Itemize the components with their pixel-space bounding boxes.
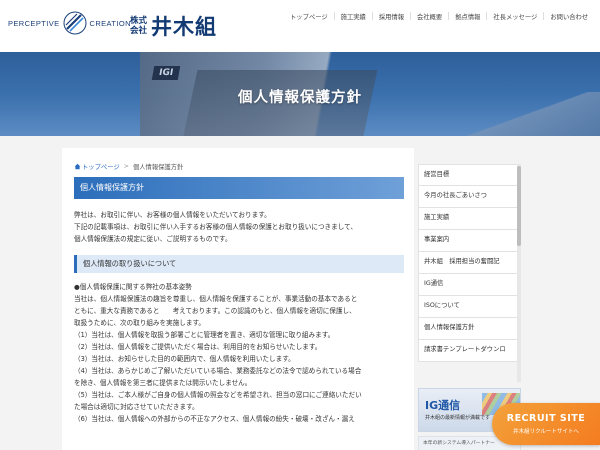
breadcrumb-home-link[interactable]: トップページ xyxy=(82,162,120,171)
nav-divider xyxy=(333,12,335,20)
sidebar-item-iso[interactable]: ISOについて xyxy=(418,296,521,318)
hero-banner: IGI 個人情報保護方針 xyxy=(0,52,600,136)
building-sign: IGI xyxy=(151,66,181,80)
breadcrumb-current: 個人情報保護方針 xyxy=(132,164,184,171)
breadcrumb-separator: > xyxy=(123,163,129,170)
breadcrumb: トップページ > 個人情報保護方針 xyxy=(74,162,404,171)
body-line: ともに、重大な責務であると 考えております。この認識のもと、個人情報を適切に保護… xyxy=(74,307,356,315)
body-line: （2）当社は、個人情報をご提供いただく場合は、利用目的をお知らせいたします。 xyxy=(74,343,322,351)
company-name: 井木組 xyxy=(151,14,218,39)
section-heading: 個人情報の取り扱いについて xyxy=(74,255,404,273)
nav-recruit[interactable]: 採用情報 xyxy=(379,12,404,21)
home-icon xyxy=(74,163,81,170)
intro-line: 個人情報保護法の規定に従い、ご説明するものです。 xyxy=(74,235,232,243)
perceptive-creation-logo[interactable]: PERCEPTIVE CREATION xyxy=(8,10,131,36)
recruit-subtitle: 井木組リクルートサイトへ xyxy=(513,429,579,435)
sidebar-menu: 経営目標 今月の社長ごあいさつ 施工実績 事業案内 井木組 採用担当の奮闘記 I… xyxy=(418,164,521,382)
global-nav: トップページ 施工実績 採用情報 会社概要 拠点情報 社長メッセージ お問い合わ… xyxy=(290,12,588,21)
sidebar-item-privacy[interactable]: 個人情報保護方針 xyxy=(418,318,521,340)
body-line: （3）当社は、お知らせした目的の範囲内で、個人情報を利用いたします。 xyxy=(74,355,295,363)
company-logo[interactable]: 株式 会社 井木組 xyxy=(130,11,217,41)
sidebar-item-ig-news[interactable]: IG通信 xyxy=(418,274,521,296)
nav-divider xyxy=(543,12,545,20)
nav-works[interactable]: 施工実績 xyxy=(341,12,366,21)
hero-title: 個人情報保護方針 xyxy=(238,90,362,106)
nav-top[interactable]: トップページ xyxy=(290,12,328,21)
nav-contact[interactable]: お問い合わせ xyxy=(550,12,588,21)
ig-banner-title: IG通信 xyxy=(425,399,461,412)
body-line: を除き、個人情報を第三者に提供または開示いたしません。 xyxy=(74,379,252,387)
logo-text-perceptive: PERCEPTIVE xyxy=(8,18,60,28)
body-line: 当社は、個人情報保護法の趣旨を尊重し、個人情報を保護することが、事業活動の基本で… xyxy=(74,295,358,303)
sidebar-item-management-goals[interactable]: 経営目標 xyxy=(418,164,521,186)
sidebar-scrollbar[interactable] xyxy=(517,164,521,382)
page-heading: 個人情報保護方針 xyxy=(74,177,404,199)
nav-divider xyxy=(371,12,373,20)
sidebar-item-invoice-template[interactable]: 請求書テンプレートダウンロ xyxy=(418,340,521,362)
body-line: （1）当社は、個人情報を取扱う部署ごとに管理者を置き、適切な管理に取り組みます。 xyxy=(74,331,335,339)
site-header: PERCEPTIVE CREATION 株式 会社 井木組 トップページ 施工実… xyxy=(0,0,600,52)
ig-banner-subtitle: 井木組の最新情報が満載です xyxy=(425,415,491,421)
body-line: た場合は適切に対応させていただきます。 xyxy=(74,403,199,411)
sidebar-item-works[interactable]: 施工実績 xyxy=(418,208,521,230)
nav-offices[interactable]: 拠点情報 xyxy=(455,12,480,21)
nav-president-message[interactable]: 社長メッセージ xyxy=(493,12,537,21)
logo-text-creation: CREATION xyxy=(89,18,131,28)
sidebar-scroll-thumb[interactable] xyxy=(517,166,521,246)
body-line: 取扱うために、次の取り組みを実施します。 xyxy=(74,319,206,327)
nav-divider xyxy=(448,12,450,20)
intro-line: 弊社は、お取引に伴い、お客様の個人情報をいただいております。 xyxy=(74,211,271,219)
nav-divider xyxy=(410,12,412,20)
swoosh-logo-icon xyxy=(63,11,87,35)
nav-company[interactable]: 会社概要 xyxy=(417,12,442,21)
company-type-line2: 会社 xyxy=(130,26,148,36)
recruit-title: RECRUIT SITE xyxy=(506,413,586,424)
nav-divider xyxy=(486,12,488,20)
sidebar-item-business[interactable]: 事業案内 xyxy=(418,230,521,252)
company-type-line1: 株式 xyxy=(130,16,148,26)
main-column: トップページ > 個人情報保護方針 個人情報保護方針 弊社は、お取引に伴い、お客… xyxy=(62,148,414,450)
body-line: （5）当社は、ご本人様がご自身の個人情報の照会などを希望され、担当の窓口にご連絡… xyxy=(74,391,362,399)
body-line: （4）当社は、あらかじめご了解いただいている場合、業務委託などの法令で認められて… xyxy=(74,367,362,375)
company-type: 株式 会社 xyxy=(130,16,147,36)
body-line: （6）当社は、個人情報への外部からの不正なアクセス、個人情報の紛失・破壊・改ざん… xyxy=(74,415,355,423)
recruit-site-button[interactable]: RECRUIT SITE 井木組リクルートサイトへ xyxy=(492,403,600,445)
intro-line: 下記の記載事項は、お取引に伴い入手するお客様の個人情報の保護とお取り扱いにつきま… xyxy=(74,223,358,231)
section-lead: ●個人情報保護に関する弊社の基本姿勢 xyxy=(74,283,192,291)
sidebar-item-recruit-blog[interactable]: 井木組 採用担当の奮闘記 xyxy=(418,252,521,274)
sidebar-item-president-greeting[interactable]: 今月の社長ごあいさつ xyxy=(418,186,521,208)
